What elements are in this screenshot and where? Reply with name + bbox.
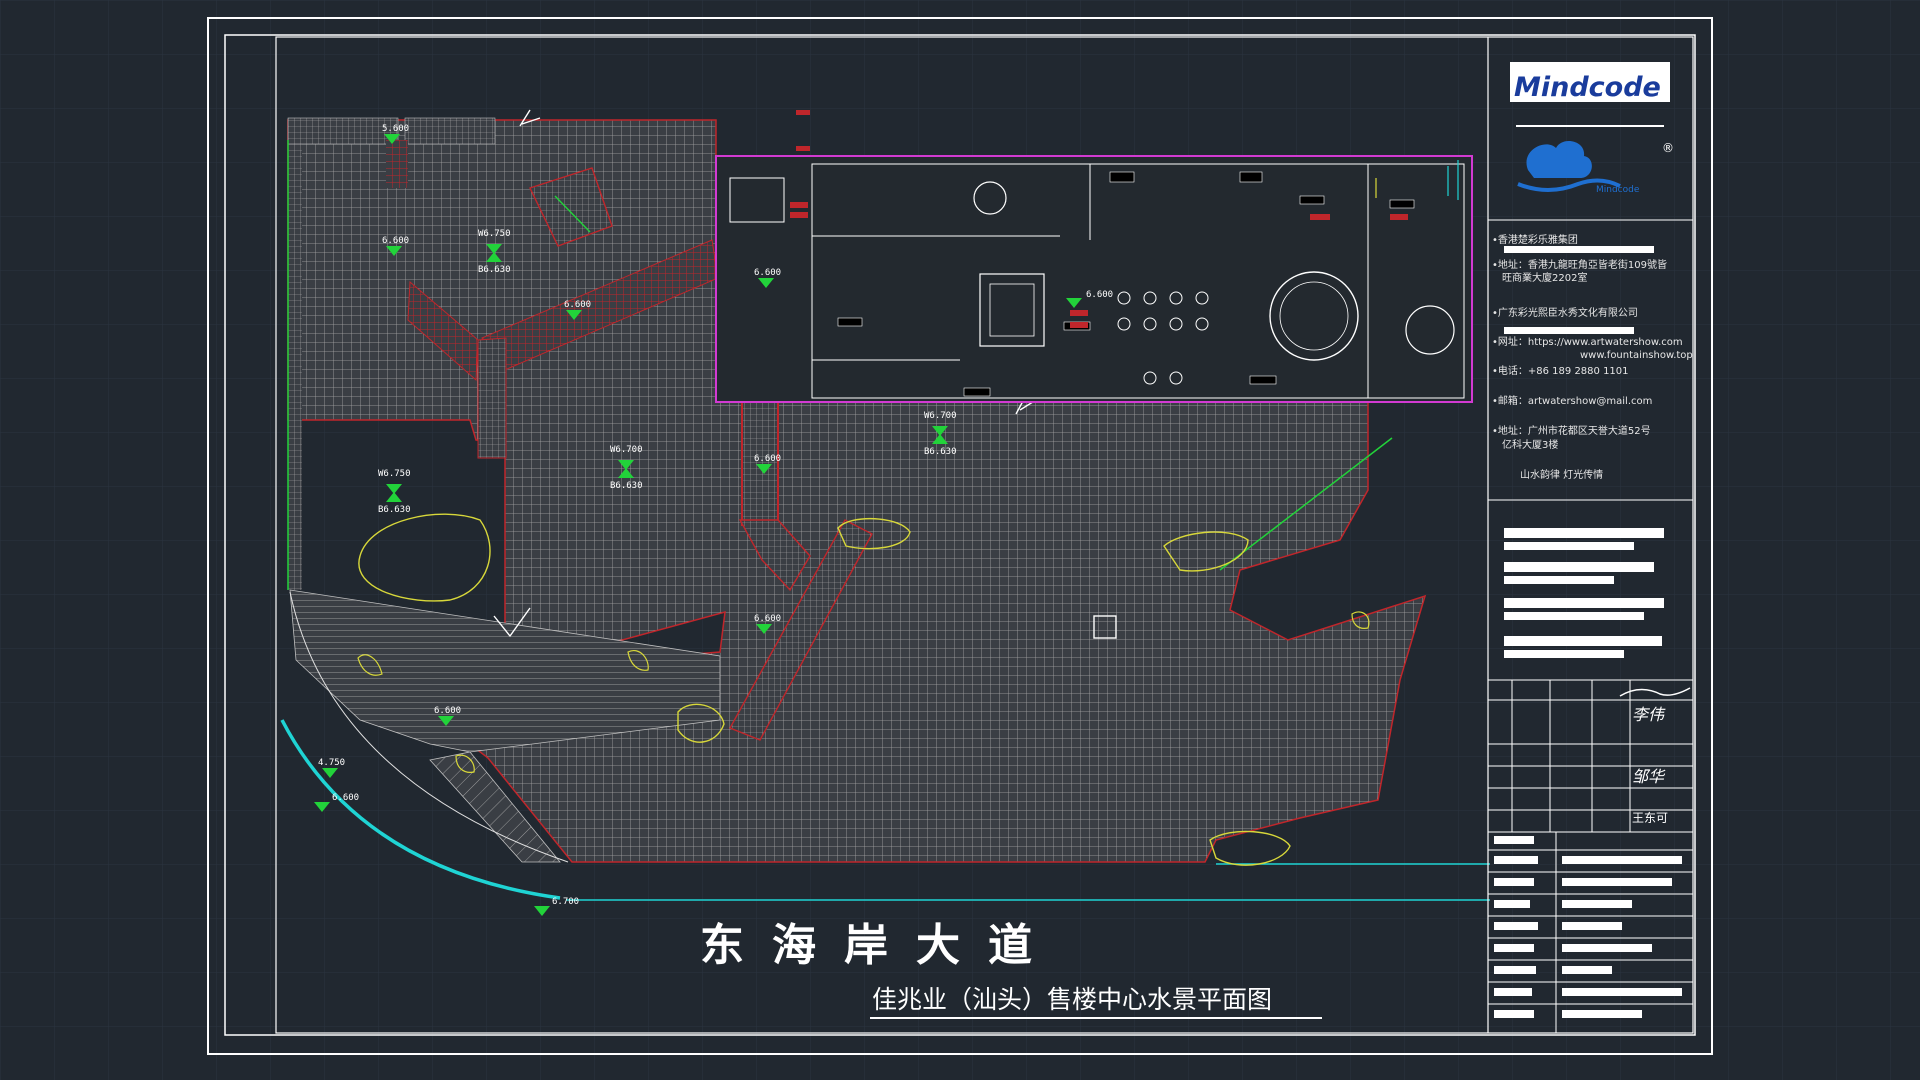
top-steps bbox=[386, 140, 408, 188]
company-line: 旺商業大廈2202室 bbox=[1502, 271, 1587, 284]
svg-text:W6.700: W6.700 bbox=[924, 411, 957, 421]
cad-drawing-canvas: 5.600 6.600 W6.750 B6.630 6.600 6.600 W6.… bbox=[0, 0, 1920, 1080]
svg-text:6.600: 6.600 bbox=[1086, 290, 1113, 300]
road-name: 东海岸大道 bbox=[700, 920, 1060, 971]
signature-1: 李伟 bbox=[1632, 705, 1666, 724]
svg-text:6.600: 6.600 bbox=[754, 614, 781, 624]
svg-text:B6.630: B6.630 bbox=[924, 447, 957, 457]
svg-text:6.600: 6.600 bbox=[754, 454, 781, 464]
svg-text:W6.700: W6.700 bbox=[610, 445, 643, 455]
svg-text:6.600: 6.600 bbox=[382, 236, 409, 246]
svg-text:W6.750: W6.750 bbox=[378, 469, 411, 479]
building-outline bbox=[715, 155, 1473, 403]
company-line: •广东彩光熙臣水秀文化有限公司 bbox=[1492, 306, 1638, 319]
left-strip-paving bbox=[288, 140, 302, 590]
svg-text:6.600: 6.600 bbox=[564, 300, 591, 310]
company-line: •邮箱：artwatershow@mail.com bbox=[1492, 394, 1652, 407]
entry-band-2 bbox=[404, 117, 496, 145]
company-line: www.fountainshow.top bbox=[1580, 350, 1693, 361]
signature-3: 王东可 bbox=[1632, 811, 1668, 825]
svg-text:B6.630: B6.630 bbox=[478, 265, 511, 275]
company-line: •电话：+86 189 2880 1101 bbox=[1492, 364, 1629, 377]
registered-mark: ® bbox=[1662, 141, 1674, 155]
company-line: •地址：香港九龍旺角亞皆老街109號皆 bbox=[1492, 258, 1667, 271]
company-line: •地址：广州市花都区天誉大道52号 bbox=[1492, 424, 1651, 437]
svg-text:6.600: 6.600 bbox=[434, 706, 461, 716]
brand-text: Mindcode bbox=[1596, 185, 1640, 195]
company-line: 亿科大厦3楼 bbox=[1502, 438, 1558, 451]
diagonal-walkway bbox=[477, 337, 507, 459]
company-line: •香港楚彩乐雅集团 bbox=[1492, 233, 1578, 246]
drawing-title: 佳兆业（汕头）售楼中心水景平面图 bbox=[872, 985, 1272, 1014]
slogan: 山水韵律 灯光传情 bbox=[1520, 468, 1603, 481]
svg-text:6.600: 6.600 bbox=[332, 793, 359, 803]
svg-text:B6.630: B6.630 bbox=[610, 481, 643, 491]
svg-text:5.600: 5.600 bbox=[382, 124, 409, 134]
company-line: •网址：https://www.artwatershow.com bbox=[1492, 335, 1683, 348]
signature-2: 邹华 bbox=[1632, 767, 1666, 786]
svg-text:6.600: 6.600 bbox=[754, 268, 781, 278]
logo-text: Mindcode bbox=[1514, 72, 1661, 103]
svg-text:W6.750: W6.750 bbox=[478, 229, 511, 239]
svg-text:4.750: 4.750 bbox=[318, 758, 345, 768]
svg-text:6.700: 6.700 bbox=[552, 897, 579, 907]
svg-text:B6.630: B6.630 bbox=[378, 505, 411, 515]
